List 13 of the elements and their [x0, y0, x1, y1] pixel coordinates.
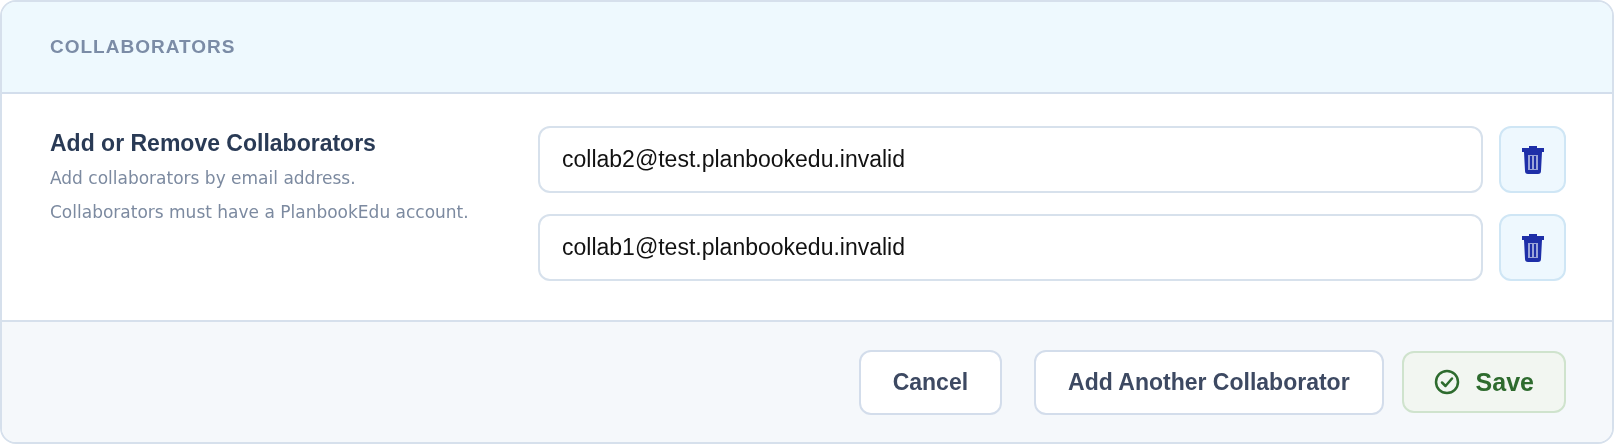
email-field[interactable]: collab2@test.planbookedu.invalid [538, 126, 1483, 193]
field-label: Add or Remove Collaborators [50, 130, 377, 157]
help-text: Add collaborators by email address. Collaborators must have a PlanbookEdu account. [50, 167, 470, 224]
check-circle-icon [1433, 369, 1460, 395]
save-button[interactable]: Save [1401, 351, 1566, 413]
section-title: COLLABORATORS [50, 36, 236, 58]
trash-icon [1521, 145, 1544, 174]
footer-button[interactable]: Cancel [858, 349, 1003, 415]
email-field[interactable]: collab1@test.planbookedu.invalid [538, 214, 1483, 281]
delete-button[interactable] [1499, 214, 1566, 281]
trash-icon [1521, 233, 1544, 262]
footer-button[interactable]: Add Another Collaborator [1034, 349, 1384, 415]
delete-button[interactable] [1499, 126, 1566, 193]
